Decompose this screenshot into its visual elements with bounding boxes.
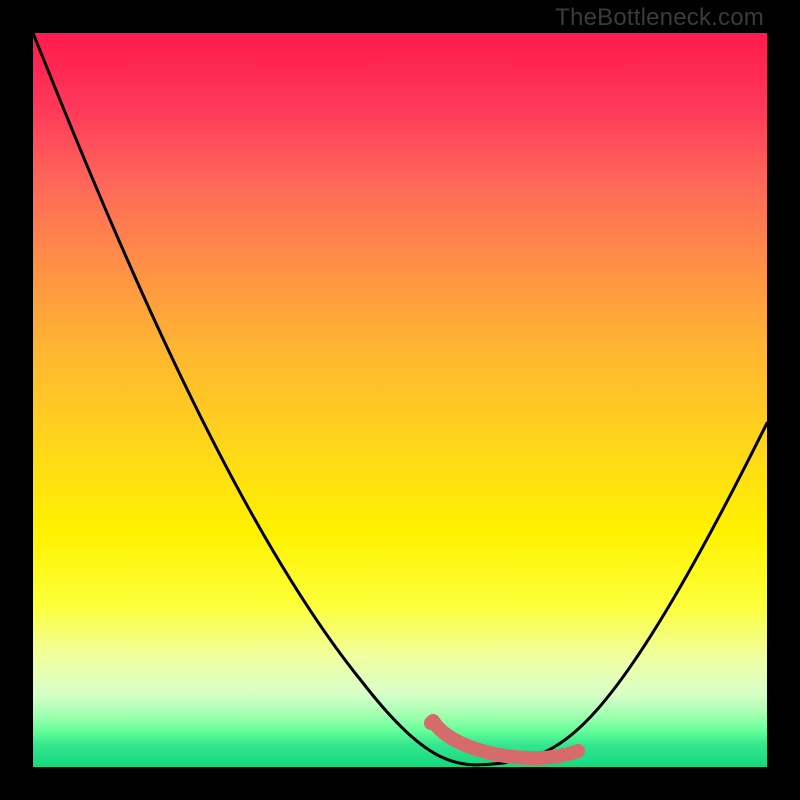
optimal-zone-highlight: [433, 721, 578, 758]
bottleneck-curve-line: [33, 33, 767, 765]
chart-frame: TheBottleneck.com: [0, 0, 800, 800]
plot-area: [33, 33, 767, 767]
bottleneck-curve-svg: [33, 33, 767, 767]
watermark-text: TheBottleneck.com: [555, 4, 764, 32]
highlight-dot: [424, 716, 438, 730]
